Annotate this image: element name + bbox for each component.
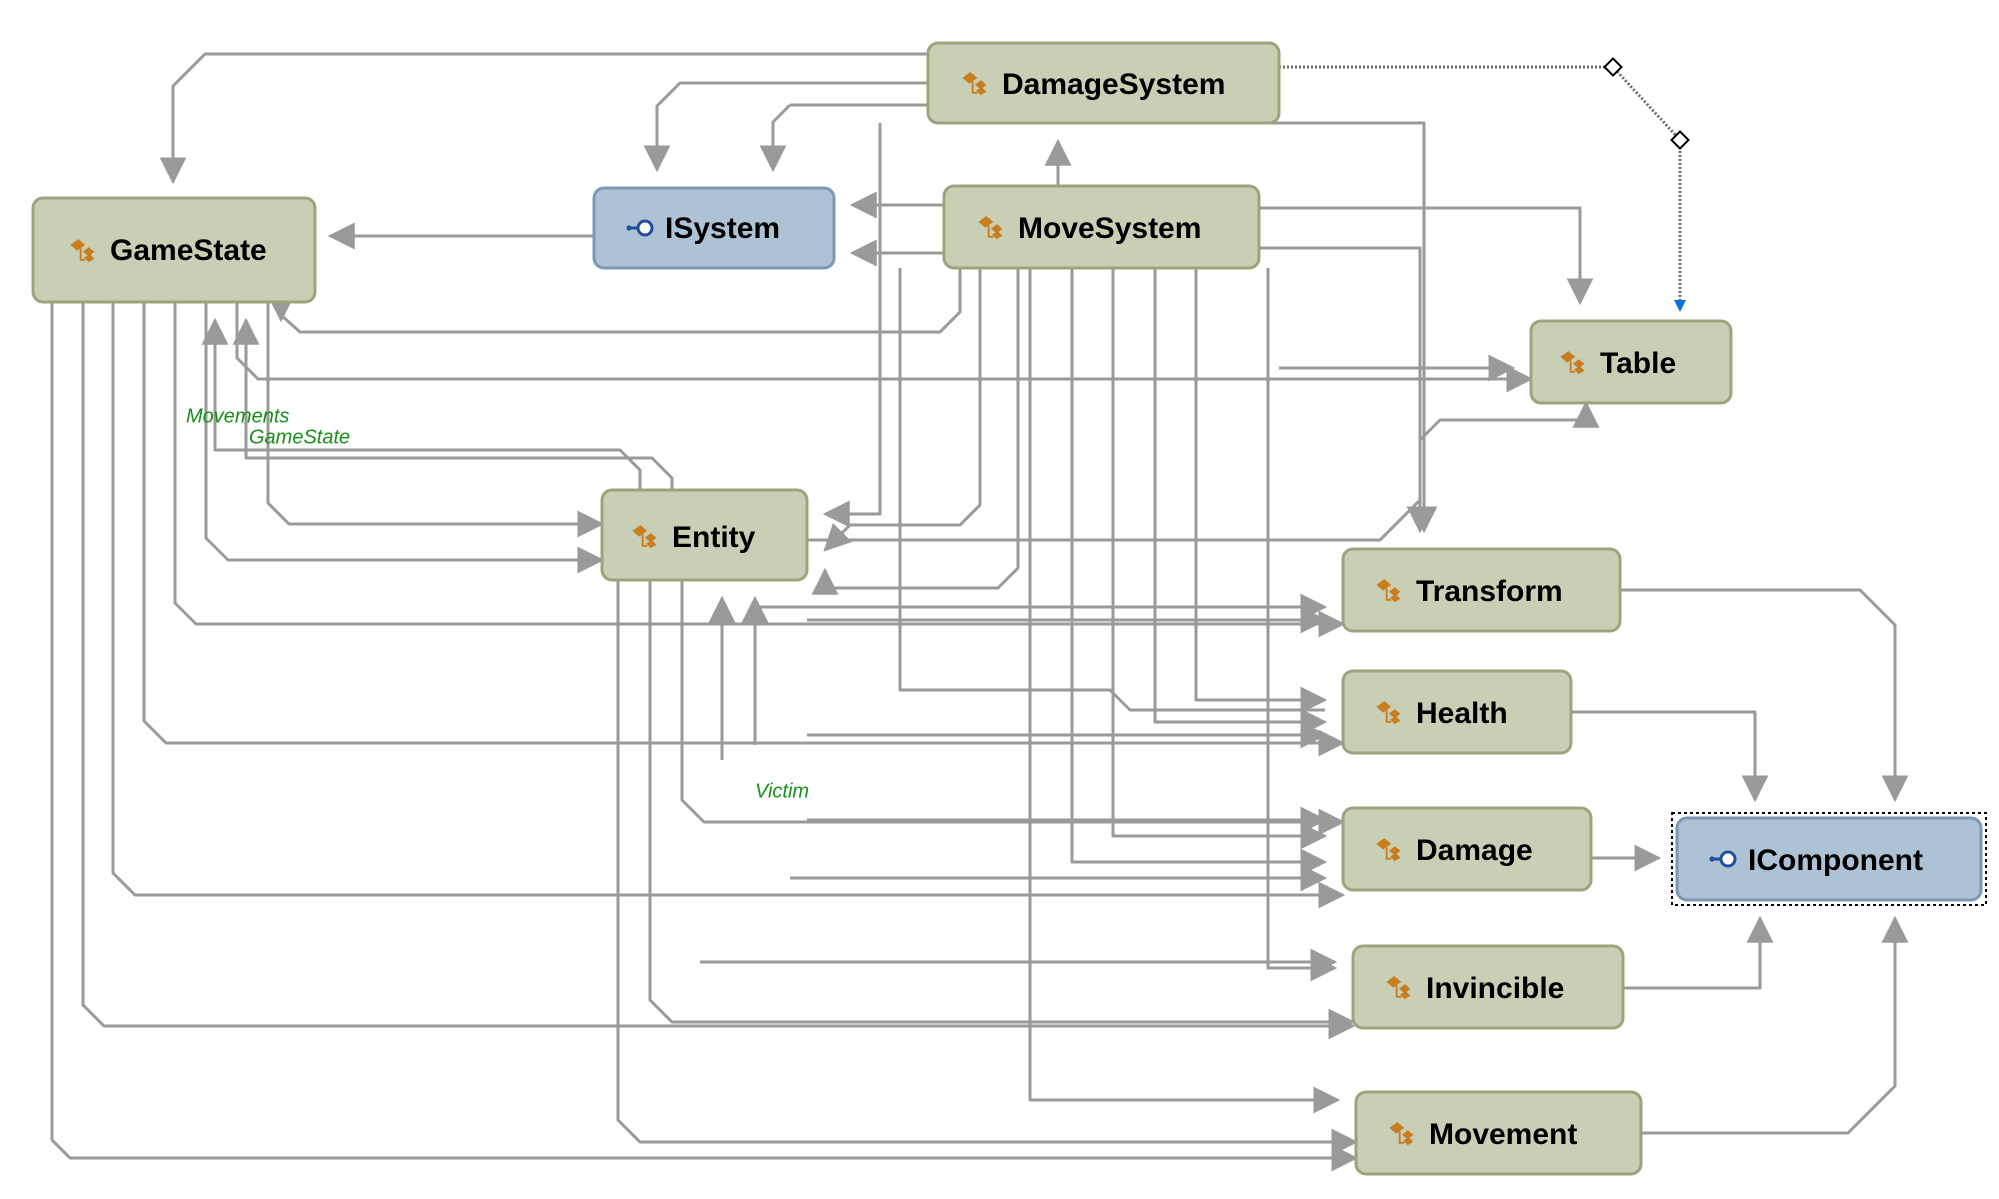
node-isystem[interactable]: ISystem [592, 186, 836, 270]
edge-gamestate-damage[interactable] [111, 302, 1346, 909]
edge-movesystem-entity[interactable] [823, 268, 982, 552]
node-gamestate[interactable]: GameState [31, 196, 317, 304]
edge-invincible-icomponent[interactable] [1623, 915, 1774, 990]
node-invincible-label: Invincible [1426, 972, 1564, 1005]
edge-movesystem-movement[interactable] [1028, 268, 1341, 1114]
node-transform[interactable]: Transform [1341, 547, 1622, 633]
node-health[interactable]: Health [1341, 669, 1573, 755]
uml-class-diagram-canvas[interactable]: GameState DamageSystem ISystem MoveSyste… [0, 0, 1999, 1199]
node-movement-label: Movement [1429, 1118, 1577, 1151]
edge-entity-gamestate-b[interactable] [232, 317, 674, 490]
node-damage[interactable]: Damage [1341, 806, 1593, 892]
node-entity[interactable]: Entity [600, 488, 809, 582]
node-entity-label: Entity [672, 521, 756, 554]
edge-damagesystem-gamestate[interactable] [159, 52, 928, 185]
edge-movesystem-isystem-top[interactable] [759, 103, 928, 173]
edge-gamestate-movement[interactable] [50, 302, 1359, 1172]
edge-damagesystem-table-selected[interactable] [1279, 57, 1690, 312]
edge-movesystem-gamestate[interactable] [267, 268, 962, 334]
edge-damagesystem-damage-2[interactable] [1070, 268, 1328, 876]
node-movesystem[interactable]: MoveSystem [942, 184, 1261, 270]
node-icomponent-label: IComponent [1748, 844, 1923, 877]
edge-damagesystem-damage[interactable] [1111, 268, 1328, 850]
edge-health-icomponent[interactable] [1571, 710, 1769, 803]
edge-damagesystem-health[interactable] [1194, 268, 1328, 714]
node-damagesystem-label: DamageSystem [1002, 68, 1225, 101]
node-damagesystem[interactable]: DamageSystem [926, 41, 1281, 125]
edge-damagesystem-transform[interactable] [1258, 121, 1438, 534]
node-movement[interactable]: Movement [1354, 1090, 1643, 1176]
node-gamestate-label: GameState [110, 234, 267, 267]
node-movesystem-label: MoveSystem [1018, 212, 1201, 245]
edge-movesystem-transform[interactable] [1259, 246, 1434, 534]
node-isystem-label: ISystem [665, 212, 780, 245]
edge-gamestate-entity-2[interactable] [266, 302, 605, 538]
node-damage-label: Damage [1416, 834, 1533, 867]
node-transform-label: Transform [1416, 575, 1563, 608]
node-table[interactable]: Table [1529, 319, 1733, 405]
edge-label-movements: Movements [186, 405, 289, 427]
edge-label-victim: Victim [755, 780, 809, 802]
edge-damagesystem-entity[interactable] [822, 123, 882, 528]
edge-movement-icomponent[interactable] [1641, 915, 1909, 1135]
node-icomponent[interactable]: IComponent [1671, 812, 1987, 906]
node-table-label: Table [1600, 347, 1676, 380]
edge-transform-icomponent[interactable] [1620, 588, 1909, 803]
edge-damagesystem-isystem[interactable] [643, 81, 928, 173]
edge-damagesystem-health-2[interactable] [1153, 268, 1328, 736]
node-invincible[interactable]: Invincible [1351, 944, 1625, 1030]
node-health-label: Health [1416, 697, 1508, 730]
edge-label-gamestate: GameState [249, 426, 350, 448]
